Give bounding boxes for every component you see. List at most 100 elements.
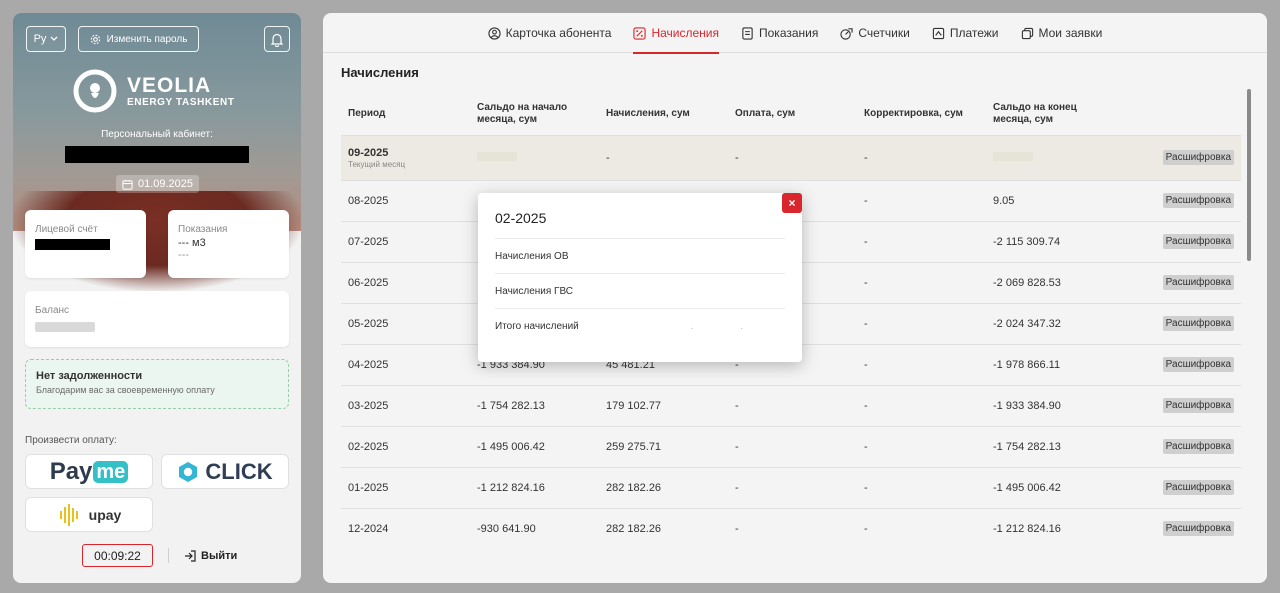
payme-logo-text: Pay [49,457,93,485]
details-button[interactable]: Расшифровка [1162,193,1234,208]
upay-button[interactable]: upay [25,497,153,532]
meter-icon [840,27,853,40]
chevron-down-icon [50,36,58,41]
details-button[interactable]: Расшифровка [1162,234,1234,249]
cell-correction: - [857,343,986,385]
current-date-chip: 01.09.2025 [116,175,199,193]
cell-correction: - [857,507,986,549]
cell-end-balance: -1 495 006.42 [986,466,1115,508]
tab-label: Показания [759,26,819,40]
cell-period: 05-2025 [341,302,470,344]
cell-payment: - [728,134,857,180]
cell-action: Расшифровка [1115,507,1241,549]
cell-correction: - [857,134,986,180]
cell-start-balance [470,134,599,180]
balance-label: Баланс [35,305,70,316]
cell-action: Расшифровка [1115,261,1241,303]
cell-action: Расшифровка [1115,425,1241,467]
tab-payments[interactable]: Платежи [932,13,999,53]
cell-action: Расшифровка [1115,384,1241,426]
cell-period: 02-2025 [341,425,470,467]
details-button[interactable]: Расшифровка [1162,398,1234,413]
scrollbar-thumb[interactable] [1247,89,1251,261]
details-button[interactable]: Расшифровка [1162,357,1234,372]
click-button[interactable]: CLICK [161,454,289,489]
debt-status-title: Нет задолженности [36,370,143,382]
language-select[interactable]: Ру [26,26,66,52]
details-button[interactable]: Расшифровка [1162,521,1234,537]
cell-end-balance: -1 978 866.11 [986,343,1115,385]
table-header-row: Период Сальдо на начало месяца, сум Начи… [341,93,1241,135]
cell-charges: - [599,134,728,180]
modal-title: 02-2025 [495,210,547,226]
change-password-label: Изменить пароль [106,33,188,45]
column-header-end-balance: Сальдо на конец месяца, сум [993,101,1077,125]
tab-charges[interactable]: Начисления [633,13,719,54]
notifications-button[interactable] [264,26,290,52]
cell-correction: - [857,466,986,508]
details-button[interactable]: Расшифровка [1162,316,1234,331]
close-button[interactable]: × [782,193,802,213]
period-value: 01-2025 [348,481,389,494]
tab-readings[interactable]: Показания [741,13,818,53]
details-button[interactable]: Расшифровка [1162,150,1234,165]
cell-correction: - [857,261,986,303]
payme-button[interactable]: Pay me [25,454,153,489]
cell-end-balance [986,134,1115,180]
readings-value: --- м3 [178,237,206,249]
details-button[interactable]: Расшифровка [1162,275,1234,290]
account-card: Лицевой счёт [25,210,146,278]
column-header-correction: Корректировка, сум [864,107,963,119]
redacted-user-name [65,146,249,163]
payment-label: Произвести оплату: [25,435,117,446]
details-button[interactable]: Расшифровка [1162,480,1234,495]
requests-icon [1021,27,1033,39]
cell-charges: 282 182.26 [599,507,728,549]
period-value: 02-2025 [348,440,389,453]
details-button[interactable]: Расшифровка [1162,439,1234,454]
tab-label: Платежи [949,26,999,40]
column-header-charges: Начисления, сум [606,107,690,119]
cell-correction: - [857,384,986,426]
balance-card: Баланс [25,291,289,347]
cell-correction: - [857,302,986,344]
cell-period: 01-2025 [341,466,470,508]
cell-period: 04-2025 [341,343,470,385]
close-icon: × [788,196,796,210]
modal-row-hot-water: Начисления ГВС [495,273,785,308]
column-header-start-balance: Сальдо на начало месяца, сум [477,101,568,125]
period-value: 08-2025 [348,194,389,207]
upay-logo-text: upay [88,506,122,523]
cell-payment: - [728,466,857,508]
tab-meters[interactable]: Счетчики [840,13,910,53]
session-timer: 00:09:22 [82,544,153,567]
table-row: 01-2025 -1 212 824.16 282 182.26- - -1 495 0… [341,466,1241,508]
cell-period: 08-2025 [341,179,470,221]
upay-logo-icon [59,503,78,526]
logout-button[interactable]: Выйти [183,547,237,565]
readings-card: Показания --- м3 --- [168,210,289,278]
cell-charges: 259 275.71 [599,425,728,467]
change-password-button[interactable]: Изменить пароль [78,26,199,52]
modal-row-heating: Начисления ОВ [495,238,785,273]
cell-payment: - [728,507,857,549]
cell-period: 09-2025 Текущий месяц [341,134,470,180]
tab-subscriber-card[interactable]: Карточка абонента [488,13,612,53]
table-row: 03-2025 -1 754 282.13 179 102.77- - -1 933 3… [341,384,1241,426]
column-header-payment: Оплата, сум [735,107,796,119]
tab-label: Мои заявки [1038,26,1103,40]
cell-action: Расшифровка [1115,179,1241,221]
readings-label: Показания [178,224,228,235]
tab-my-requests[interactable]: Мои заявки [1021,13,1103,53]
cell-end-balance: 9.05 [986,179,1115,221]
tab-label: Карточка абонента [505,26,612,40]
user-circle-icon [488,26,501,40]
divider [168,548,169,563]
blurred-value [993,151,1033,161]
cell-action: Расшифровка [1115,466,1241,508]
modal-row-total: Итого начислений . . [495,308,785,343]
logout-label: Выйти [201,550,238,562]
cell-charges: 179 102.77 [599,384,728,426]
page-title: Начисления [341,65,419,80]
percent-icon [633,26,647,40]
